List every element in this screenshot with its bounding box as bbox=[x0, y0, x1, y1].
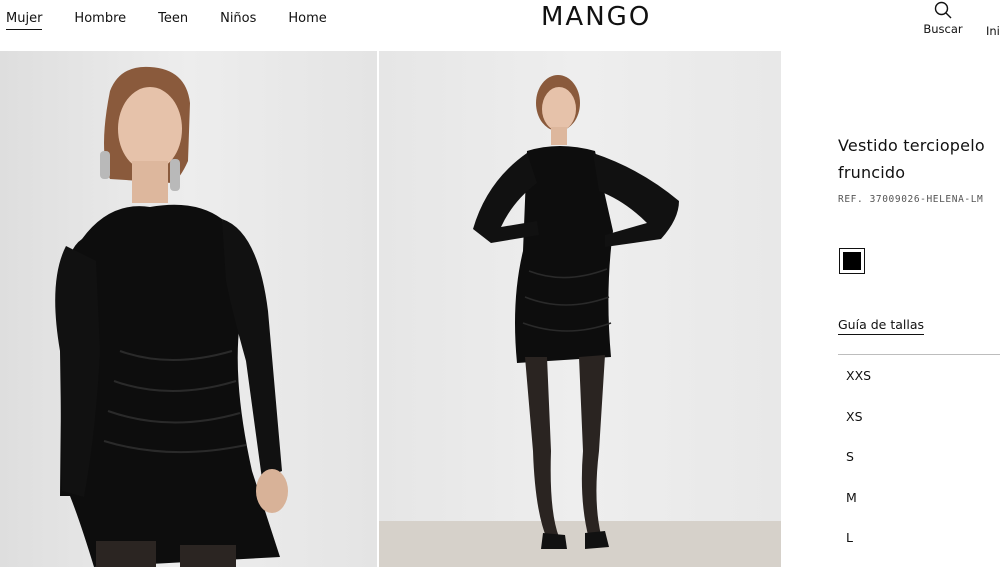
size-option-l[interactable]: L bbox=[846, 529, 871, 567]
product-photo-full[interactable] bbox=[379, 51, 781, 567]
size-option-xs[interactable]: XS bbox=[846, 408, 871, 449]
account-link[interactable]: Ini bbox=[986, 24, 1000, 38]
color-swatch-black[interactable] bbox=[839, 248, 865, 274]
size-list-divider bbox=[838, 354, 1000, 355]
product-title: Vestido terciopelo fruncido bbox=[838, 136, 985, 182]
model-full-image bbox=[379, 51, 781, 567]
model-front-image bbox=[0, 51, 377, 567]
size-list: XXS XS S M L bbox=[846, 367, 871, 567]
product-reference: REF. 37009026-HELENA-LM bbox=[838, 194, 984, 205]
nav-item-ninos[interactable]: Niños bbox=[220, 11, 256, 30]
color-swatch-fill bbox=[843, 252, 861, 270]
size-option-m[interactable]: M bbox=[846, 489, 871, 530]
nav-item-hombre[interactable]: Hombre bbox=[74, 11, 126, 30]
nav-item-mujer[interactable]: Mujer bbox=[6, 11, 43, 30]
size-option-s[interactable]: S bbox=[846, 448, 871, 489]
nav-item-home[interactable]: Home bbox=[288, 11, 326, 30]
size-guide-link[interactable]: Guía de tallas bbox=[838, 317, 924, 335]
product-info-panel: Vestido terciopelo fruncido REF. 3700902… bbox=[781, 51, 1000, 567]
site-header: Mujer Hombre Teen Niños Home MANGO Busca… bbox=[0, 0, 1000, 50]
main-nav: Mujer Hombre Teen Niños Home bbox=[6, 11, 359, 30]
nav-item-teen[interactable]: Teen bbox=[158, 11, 188, 30]
brand-logo[interactable]: MANGO bbox=[541, 2, 651, 32]
search-label: Buscar bbox=[923, 22, 963, 36]
product-photo-front[interactable] bbox=[0, 51, 377, 567]
product-page: Mujer Hombre Teen Niños Home MANGO Busca… bbox=[0, 0, 1000, 567]
size-option-xxs[interactable]: XXS bbox=[846, 367, 871, 408]
search-button[interactable]: Buscar bbox=[922, 0, 964, 36]
search-icon bbox=[934, 1, 952, 19]
